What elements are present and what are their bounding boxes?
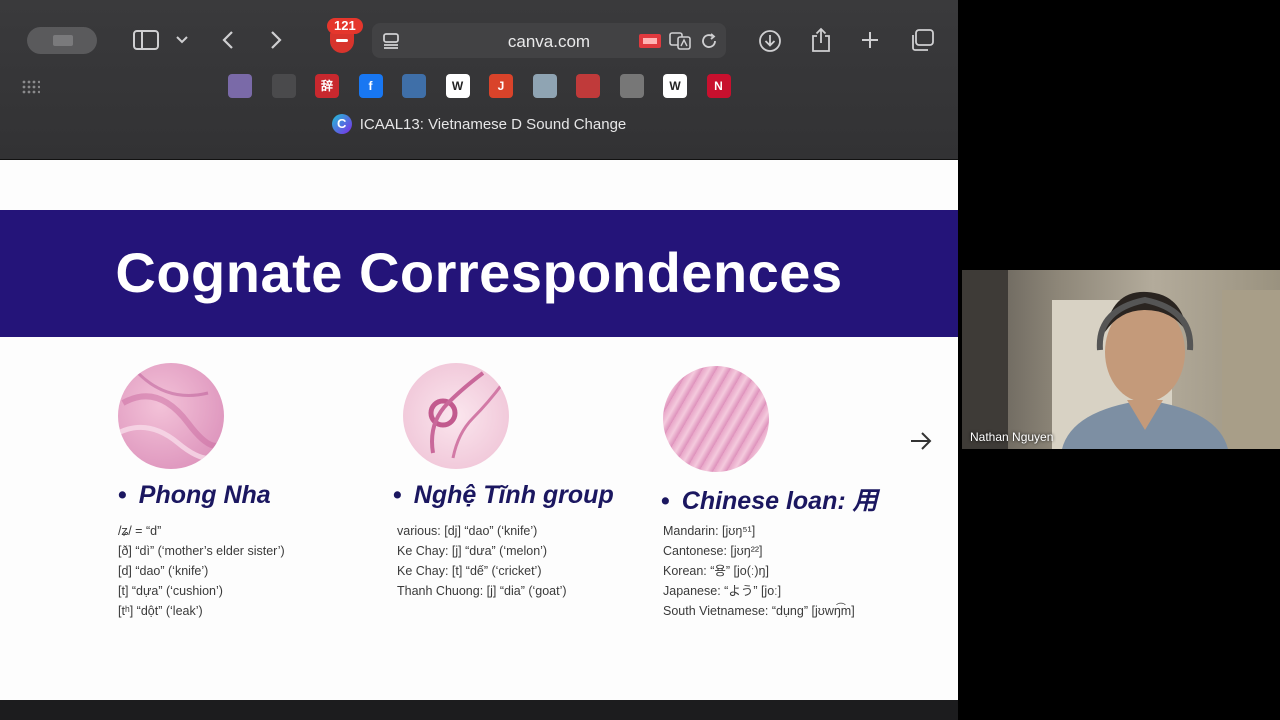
- tab-title: ICAAL13: Vietnamese D Sound Change: [359, 115, 627, 133]
- share-button[interactable]: [808, 25, 834, 55]
- next-slide-button[interactable]: [908, 430, 934, 452]
- example-list: Mandarin: [jʊŋ⁵¹] Cantonese: [jʊŋ²²] Kor…: [663, 521, 855, 621]
- list-item: Ke Chay: [t] “dế” (‘cricket’): [397, 564, 542, 578]
- screen-sharing-indicator[interactable]: [638, 32, 662, 50]
- chevron-left-icon: [222, 31, 233, 49]
- red-chinese-bookmark-icon[interactable]: 辞: [315, 74, 339, 98]
- tissue-image-3: [663, 366, 769, 472]
- participant-video-tile[interactable]: Nathan Nguyen: [962, 270, 1280, 449]
- n-bookmark-icon[interactable]: N: [706, 74, 731, 98]
- plus-icon: [862, 32, 878, 48]
- new-tab-button[interactable]: [858, 28, 882, 52]
- facebook-icon[interactable]: f: [358, 74, 383, 98]
- list-item: South Vietnamese: “dụng” [jʊwŋ͡m]: [663, 604, 855, 618]
- chevron-down-icon: [176, 36, 188, 44]
- profile-icon: [53, 35, 73, 46]
- grid-dots-icon: [22, 80, 40, 94]
- red-j-bookmark-icon[interactable]: J: [489, 74, 513, 98]
- chart-bookmark-icon[interactable]: [228, 74, 252, 98]
- sidebar-icon: [133, 30, 159, 50]
- participant-video-frame: [962, 270, 1280, 449]
- arrow-right-icon: [911, 432, 932, 450]
- bullet-icon: •: [661, 487, 670, 515]
- globe-blue-bookmark-icon[interactable]: [402, 74, 426, 98]
- column-heading: • Phong Nha: [118, 481, 271, 510]
- list-item: [d] “dao” (‘knife’): [118, 564, 209, 578]
- dark-square-bookmark-icon[interactable]: [271, 74, 296, 98]
- wikipedia-icon[interactable]: W: [445, 74, 470, 98]
- list-item: [t] “dựa” (‘cushion’): [118, 584, 223, 598]
- back-button[interactable]: [216, 28, 240, 52]
- tab-overview-button[interactable]: [908, 27, 936, 53]
- tissue-image-1: [118, 363, 224, 469]
- slide-title: Cognate Correspondences: [115, 241, 843, 304]
- column-heading: • Chinese loan: 用: [661, 481, 878, 517]
- column-heading-text: Chinese loan: 用: [681, 487, 878, 515]
- canva-logo-icon: C: [331, 114, 352, 134]
- list-item: Korean: “용” [jo(ː)ŋ]: [663, 564, 769, 578]
- translate-button[interactable]: [668, 31, 692, 51]
- browser-toolbar: 121 canva.com 辞 f W J W N C ICAAL13: Vie…: [0, 0, 958, 160]
- red-grid-bookmark-icon[interactable]: [576, 74, 600, 98]
- wiktionary-icon[interactable]: W: [663, 74, 687, 98]
- tissue-image-2: [403, 363, 509, 469]
- sidebar-menu-button[interactable]: [174, 30, 190, 50]
- sidebar-toggle-button[interactable]: [130, 28, 162, 52]
- favorites-grid-button[interactable]: [20, 78, 42, 96]
- chevron-right-icon: [271, 31, 282, 49]
- compass-bookmark-icon[interactable]: [532, 74, 557, 98]
- column-heading-text: Nghệ Tĩnh group: [413, 481, 614, 509]
- participant-name-label: Nathan Nguyen: [970, 430, 1054, 444]
- list-item: various: [dj] “dao” (‘knife’): [397, 524, 538, 538]
- reload-icon: [702, 33, 716, 48]
- list-item: /ʑ/ = “d”: [118, 524, 162, 538]
- list-item: Ke Chay: [j] “dưa” (‘melon’): [397, 544, 548, 558]
- download-icon: [759, 30, 781, 52]
- translate-icon: [669, 32, 691, 50]
- bullet-icon: •: [118, 481, 127, 509]
- example-list: /ʑ/ = “d” [ð] “dì” (‘mother’s elder sist…: [118, 521, 285, 621]
- list-item: Japanese: “よう” [joː]: [663, 584, 782, 598]
- globe-grey-bookmark-icon[interactable]: [619, 74, 644, 98]
- reload-button[interactable]: [698, 31, 720, 51]
- content-blocker-extension-button[interactable]: 121: [327, 18, 367, 56]
- example-list: various: [dj] “dao” (‘knife’) Ke Chay: […: [397, 521, 567, 601]
- profile-switcher-button[interactable]: [27, 27, 97, 54]
- list-item: Thanh Chuong: [j] “dia” (‘goat’): [397, 584, 567, 598]
- address-bar[interactable]: canva.com: [372, 23, 726, 58]
- screen-share-icon: [639, 34, 661, 48]
- column-heading: • Nghệ Tĩnh group: [393, 481, 614, 510]
- downloads-button[interactable]: [756, 27, 784, 55]
- column-heading-text: Phong Nha: [138, 481, 271, 509]
- browser-window: 121 canva.com 辞 f W J W N C ICAAL13: Vie…: [0, 0, 958, 720]
- forward-button[interactable]: [264, 28, 288, 52]
- list-item: [tʰ] “dột” (‘leak’): [118, 604, 203, 618]
- list-item: Cantonese: [jʊŋ²²]: [663, 544, 763, 558]
- list-item: Mandarin: [jʊŋ⁵¹]: [663, 524, 756, 538]
- tab-overview-icon: [912, 29, 934, 51]
- share-icon: [812, 27, 830, 52]
- title-band: Cognate Correspondences: [0, 210, 958, 337]
- bullet-icon: •: [393, 481, 402, 509]
- presentation-slide: Cognate Correspondences • Phong Nha /ʑ/ =…: [0, 160, 958, 700]
- extension-badge-count: 121: [327, 18, 363, 34]
- slide-footer-bar: [0, 700, 958, 720]
- list-item: [ð] “dì” (‘mother’s elder sister’): [118, 544, 285, 558]
- active-tab[interactable]: C ICAAL13: Vietnamese D Sound Change: [0, 114, 958, 140]
